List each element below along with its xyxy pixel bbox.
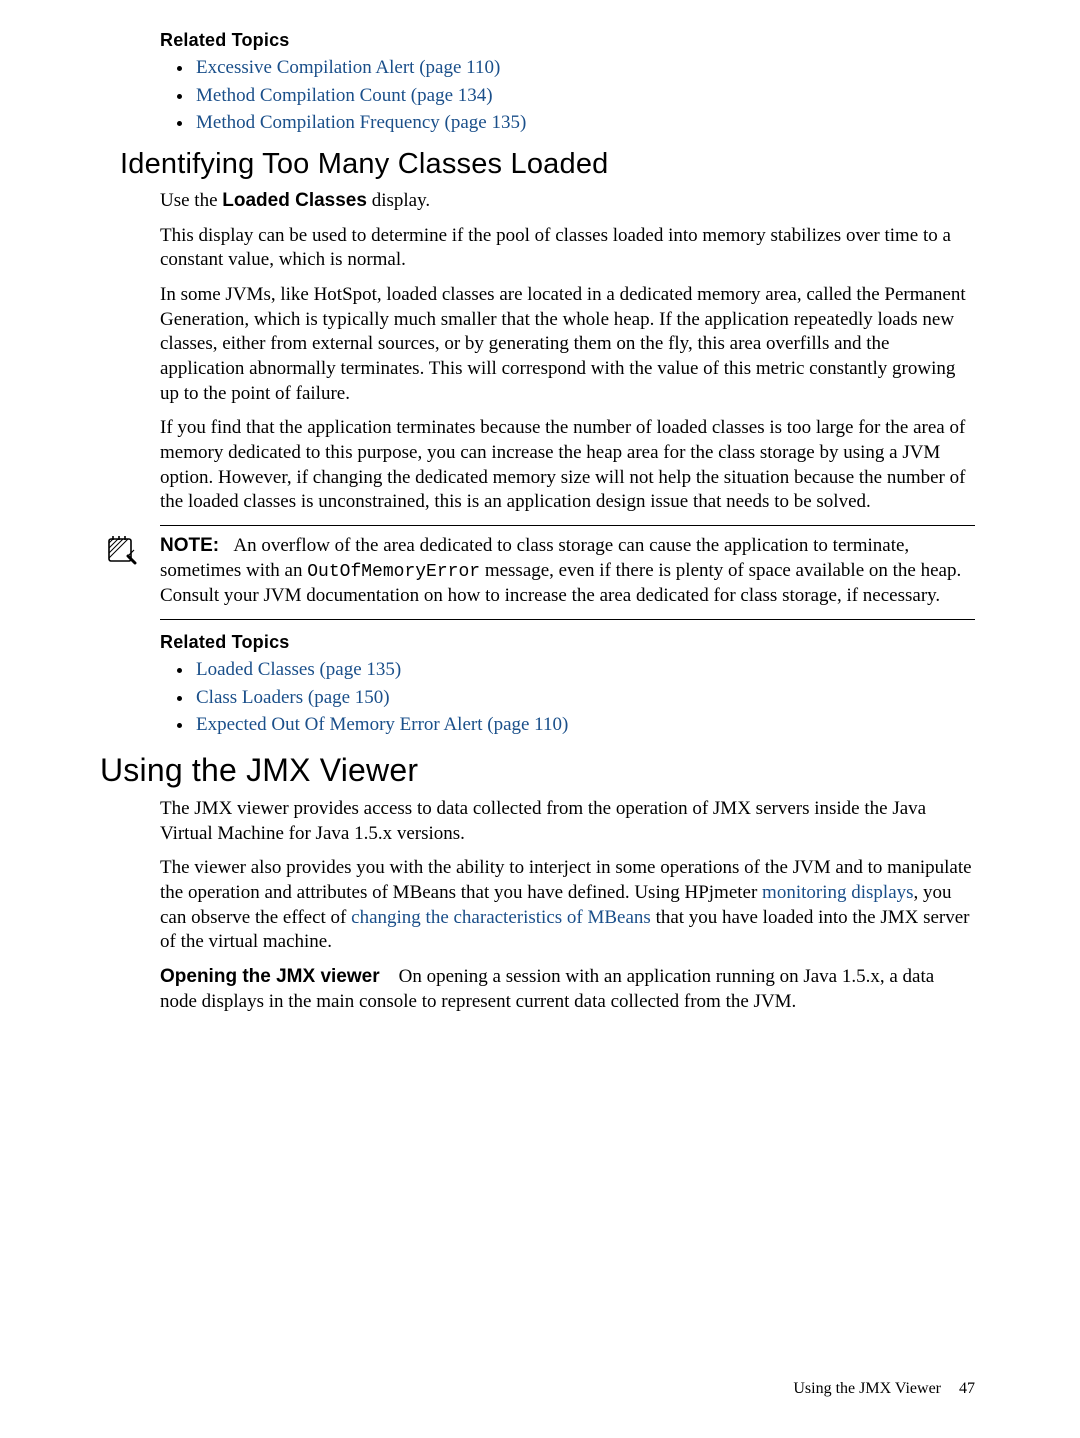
text-bold: Loaded Classes [222,190,367,211]
list-item: Class Loaders (page 150) [194,685,975,711]
link-loaded-classes[interactable]: Loaded Classes (page 135) [196,659,401,680]
link-changing-mbeans[interactable]: changing the characteristics of MBeans [351,907,651,928]
link-method-compilation-frequency[interactable]: Method Compilation Frequency (page 135) [196,112,526,133]
heading-identifying-classes: Identifying Too Many Classes Loaded [120,148,975,181]
note-code: OutOfMemoryError [307,562,480,582]
heading-jmx-viewer: Using the JMX Viewer [100,752,975,789]
related-topics-heading-b: Related Topics [160,632,975,653]
page-footer: Using the JMX Viewer 47 [793,1380,975,1398]
link-excessive-compilation[interactable]: Excessive Compilation Alert (page 110) [196,57,500,78]
run-in-heading: Opening the JMX viewer [160,966,380,987]
paragraph-use-loaded-classes: Use the Loaded Classes display. [160,189,975,214]
text: Use the [160,190,222,211]
list-item: Excessive Compilation Alert (page 110) [194,55,975,81]
paragraph: If you find that the application termina… [160,416,975,515]
list-item: Loaded Classes (page 135) [194,657,975,683]
list-item: Method Compilation Frequency (page 135) [194,110,975,136]
note-label: NOTE: [160,535,219,556]
paragraph: The JMX viewer provides access to data c… [160,797,975,846]
link-monitoring-displays[interactable]: monitoring displays [762,882,913,903]
paragraph: In some JVMs, like HotSpot, loaded class… [160,283,975,406]
paragraph: This display can be used to determine if… [160,224,975,273]
paragraph: The viewer also provides you with the ab… [160,856,975,955]
related-topics-list-b: Loaded Classes (page 135) Class Loaders … [160,657,975,738]
link-expected-oom[interactable]: Expected Out Of Memory Error Alert (page… [196,714,568,735]
link-method-compilation-count[interactable]: Method Compilation Count (page 134) [196,85,493,106]
related-topics-list-a: Excessive Compilation Alert (page 110) M… [160,55,975,136]
note-block: NOTE: An overflow of the area dedicated … [160,525,975,620]
related-topics-heading-a: Related Topics [160,30,975,51]
text: display. [367,190,430,211]
list-item: Expected Out Of Memory Error Alert (page… [194,712,975,738]
footer-page-number: 47 [959,1380,975,1397]
footer-title: Using the JMX Viewer [793,1380,941,1397]
link-class-loaders[interactable]: Class Loaders (page 150) [196,687,390,708]
paragraph-opening-jmx: Opening the JMX viewer On opening a sess… [160,965,975,1014]
list-item: Method Compilation Count (page 134) [194,83,975,109]
note-icon [104,532,138,566]
